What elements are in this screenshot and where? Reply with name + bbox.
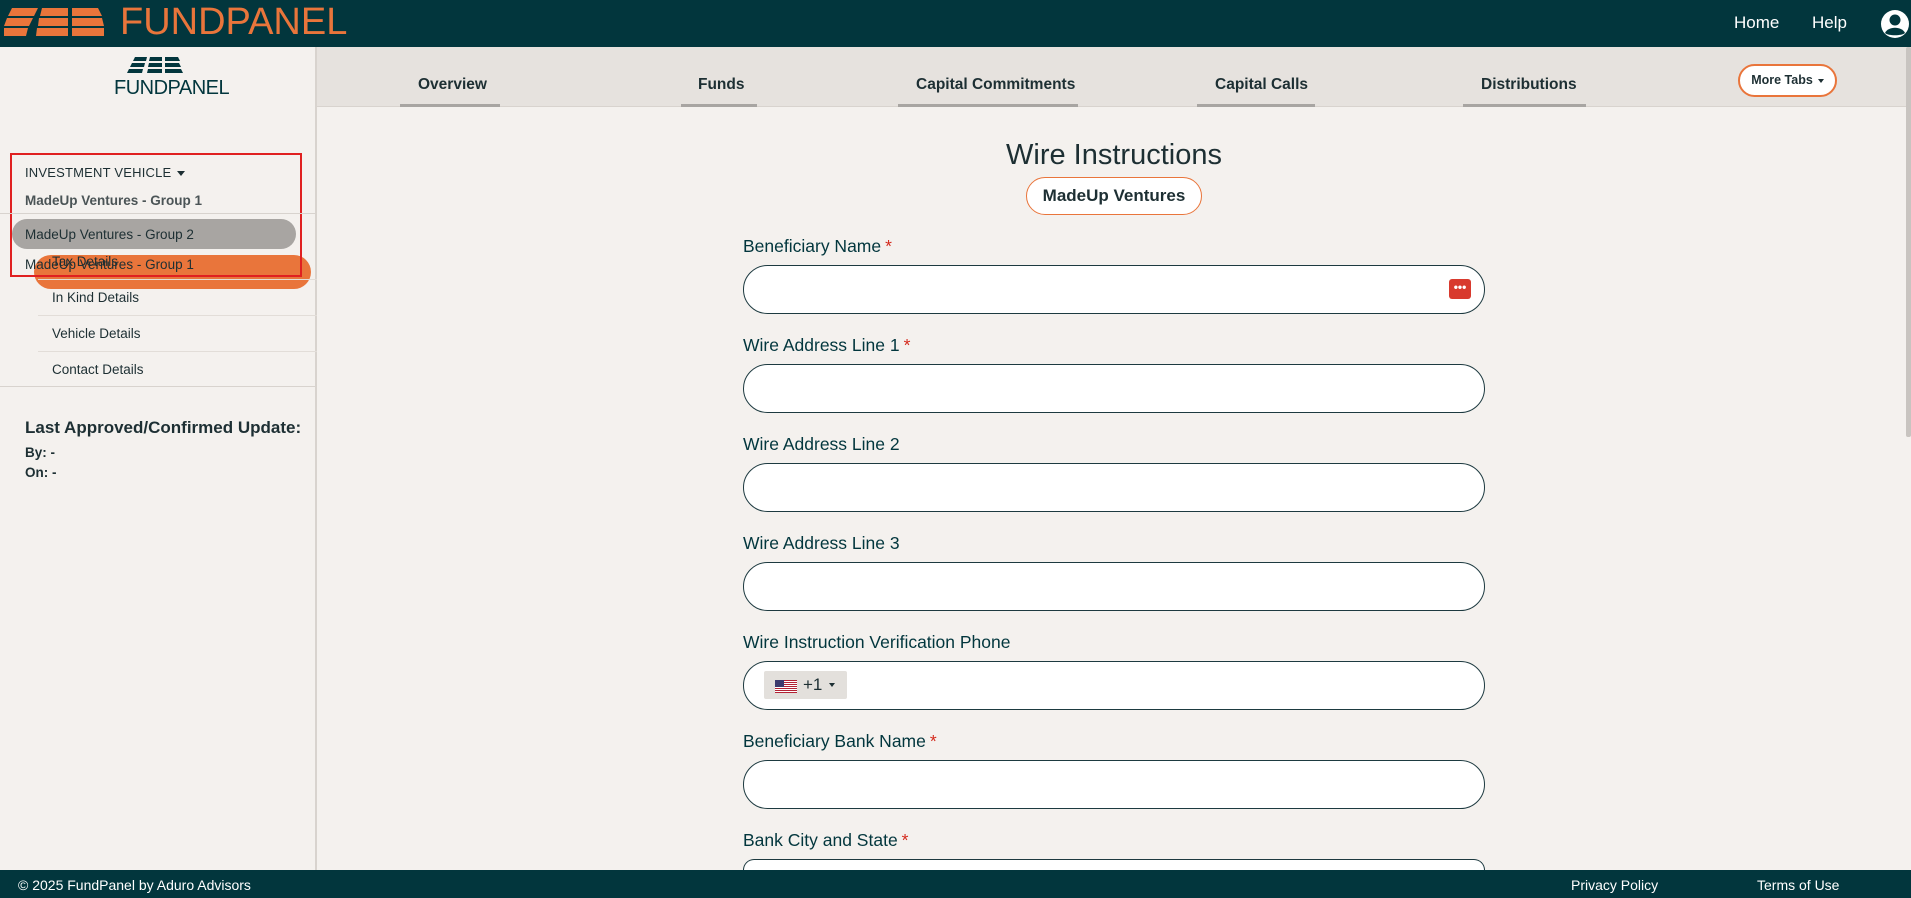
tab-capital-calls-underline	[1197, 104, 1315, 107]
caret-down-icon	[829, 683, 835, 687]
top-navbar: FUNDPANEL Home Help	[0, 0, 1911, 47]
terms-of-use-link[interactable]: Terms of Use	[1757, 877, 1839, 893]
dropdown-option-group-2[interactable]: MadeUp Ventures - Group 2	[25, 227, 194, 242]
wire-address-line-3-input[interactable]	[743, 562, 1485, 611]
tab-distributions-underline	[1463, 104, 1586, 107]
more-tabs-label: More Tabs	[1751, 73, 1813, 87]
page-scrollbar[interactable]	[1906, 47, 1911, 437]
brand-panel-text: PANEL	[225, 1, 348, 43]
tabs-bar	[317, 47, 1911, 107]
sidebar-item-in-kind-details[interactable]: In Kind Details	[52, 290, 139, 305]
phone-country-code: +1	[803, 675, 823, 694]
tab-capital-commitments[interactable]: Capital Commitments	[916, 76, 1075, 94]
beneficiary-bank-name-input[interactable]	[743, 760, 1485, 809]
tab-funds-underline	[681, 104, 757, 107]
more-tabs-button[interactable]: More Tabs	[1738, 64, 1837, 97]
sidebar-logo-text: FUNDPANEL	[114, 77, 230, 99]
us-flag-icon	[775, 680, 797, 693]
caret-down-icon	[1817, 78, 1824, 83]
nav-home-link[interactable]: Home	[1734, 13, 1779, 33]
fund-badge: MadeUp Ventures	[1026, 177, 1202, 215]
verification-phone-label: Wire Instruction Verification Phone	[743, 632, 1011, 652]
caret-down-icon	[177, 171, 186, 177]
sidebar-item-vehicle-details[interactable]: Vehicle Details	[52, 326, 141, 341]
wire-address-line-2-label: Wire Address Line 2	[743, 434, 900, 454]
brand-fund-text: FUND	[120, 1, 226, 43]
tab-distributions[interactable]: Distributions	[1481, 76, 1577, 94]
last-update-on: On: -	[25, 465, 57, 480]
privacy-policy-link[interactable]: Privacy Policy	[1571, 877, 1658, 893]
bank-city-state-input[interactable]	[743, 859, 1485, 870]
investment-vehicle-dropdown[interactable]: INVESTMENT VEHICLE	[25, 165, 186, 180]
sidebar-item-contact-details[interactable]: Contact Details	[52, 362, 144, 377]
dropdown-divider	[0, 213, 317, 214]
wire-address-line-1-label: Wire Address Line 1 *	[743, 335, 911, 355]
menu-divider	[38, 351, 317, 352]
beneficiary-name-label: Beneficiary Name *	[743, 236, 892, 256]
last-update-title: Last Approved/Confirmed Update:	[25, 418, 302, 437]
password-manager-icon[interactable]: •••	[1449, 279, 1471, 299]
wire-address-line-3-label: Wire Address Line 3	[743, 533, 900, 553]
menu-divider	[38, 279, 317, 280]
wire-address-line-2-input[interactable]	[743, 463, 1485, 512]
tab-overview[interactable]: Overview	[418, 76, 487, 94]
verification-phone-input[interactable]	[743, 661, 1485, 710]
footer: © 2025 FundPanel by Aduro Advisors Priva…	[0, 870, 1911, 898]
fundpanel-logo-icon[interactable]	[4, 8, 104, 36]
sidebar: FUNDPANEL INVESTMENT VEHICLE MadeUp Vent…	[0, 47, 317, 870]
sidebar-item-tax-details[interactable]: Tax Details	[52, 254, 118, 269]
tab-funds[interactable]: Funds	[698, 76, 745, 94]
beneficiary-bank-name-label: Beneficiary Bank Name *	[743, 731, 937, 751]
page-title: Wire Instructions	[1006, 139, 1222, 171]
beneficiary-name-input[interactable]	[743, 265, 1485, 314]
tab-capital-calls[interactable]: Capital Calls	[1215, 76, 1308, 94]
sidebar-divider	[0, 386, 317, 387]
nav-help-link[interactable]: Help	[1812, 13, 1847, 33]
brand-wordmark[interactable]: FUNDPANEL	[120, 2, 347, 42]
investment-vehicle-label: INVESTMENT VEHICLE	[25, 165, 172, 180]
user-circle-icon[interactable]	[1880, 9, 1910, 39]
tab-overview-underline	[400, 104, 500, 107]
investment-vehicle-current: MadeUp Ventures - Group 1	[25, 193, 203, 208]
menu-divider	[38, 315, 317, 316]
wire-address-line-1-input[interactable]	[743, 364, 1485, 413]
bank-city-state-label: Bank City and State *	[743, 830, 909, 850]
tab-capital-commitments-underline	[898, 104, 1078, 107]
last-update-by: By: -	[25, 445, 55, 460]
footer-copyright: © 2025 FundPanel by Aduro Advisors	[18, 877, 251, 893]
